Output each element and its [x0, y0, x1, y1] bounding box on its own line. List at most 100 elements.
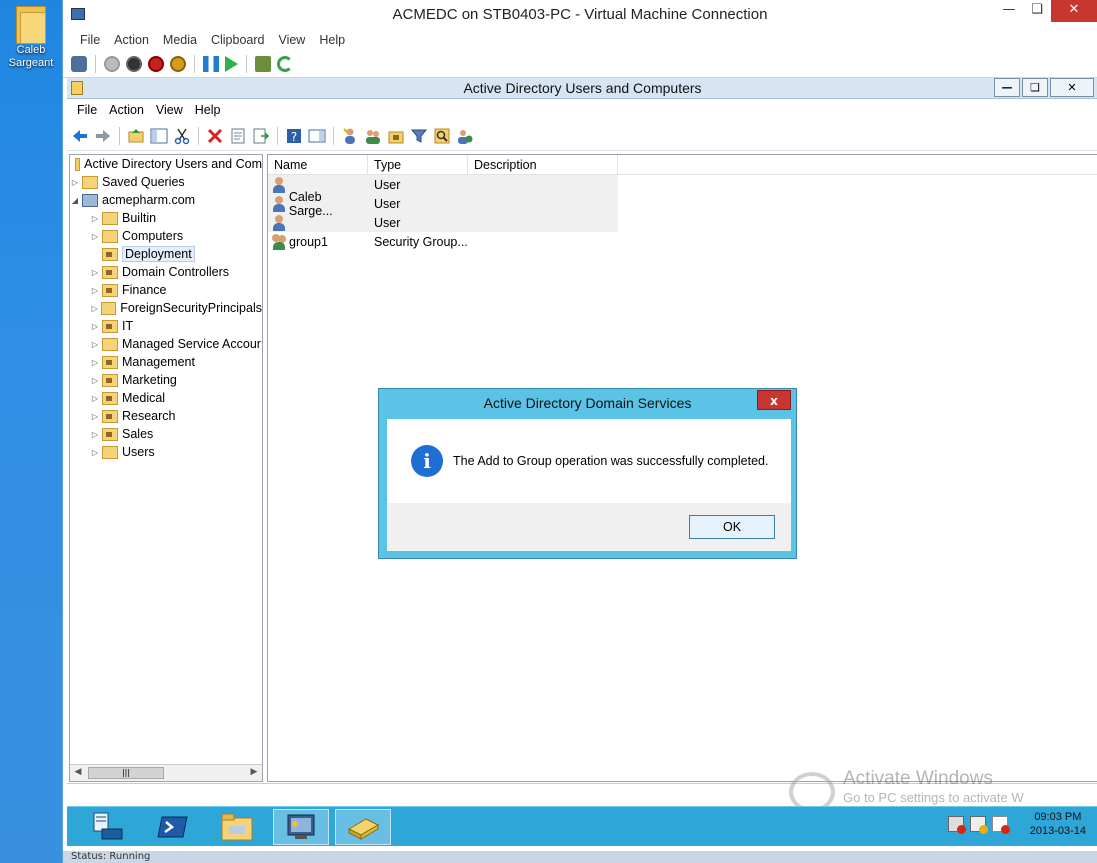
mmc-menu-help[interactable]: Help	[189, 103, 227, 117]
tree-saved-queries[interactable]: ▷ Saved Queries	[70, 173, 262, 191]
collapse-icon[interactable]: ◢	[70, 196, 80, 205]
mmc-minimize-button[interactable]: —	[994, 78, 1020, 97]
cut-icon[interactable]	[173, 127, 191, 145]
help-icon[interactable]: ?	[285, 127, 303, 145]
resume-icon[interactable]	[225, 55, 238, 72]
aduc-taskbar-button[interactable]	[335, 809, 391, 845]
tree-item-label: Medical	[122, 391, 166, 405]
ctrl-alt-del-icon[interactable]	[71, 55, 87, 72]
file-explorer-button[interactable]	[209, 809, 265, 845]
close-button[interactable]: ✕	[1051, 0, 1097, 22]
expand-icon[interactable]: ▷	[90, 448, 100, 457]
restore-button[interactable]: ❏	[1023, 0, 1051, 22]
tree-horizontal-scrollbar[interactable]: ◀ ||| ▶	[70, 764, 262, 781]
expand-icon[interactable]: ▷	[90, 394, 100, 403]
mmc-restore-button[interactable]: ❏	[1022, 78, 1048, 97]
new-group-icon[interactable]	[364, 127, 382, 145]
scroll-right-icon[interactable]: ▶	[246, 765, 262, 781]
expand-icon[interactable]: ▷	[90, 340, 100, 349]
tree-ou-medical[interactable]: ▷ Medical	[90, 389, 262, 407]
scroll-left-icon[interactable]: ◀	[70, 765, 86, 781]
mmc-menu-action[interactable]: Action	[103, 103, 150, 117]
minimize-button[interactable]: —	[995, 0, 1023, 22]
save-state-icon[interactable]	[170, 55, 186, 72]
list-item[interactable]: group1 Security Group...	[268, 232, 1097, 251]
scroll-thumb[interactable]: |||	[88, 767, 164, 779]
forward-arrow-icon[interactable]	[94, 127, 112, 145]
delete-icon[interactable]	[206, 127, 224, 145]
show-action-pane-icon[interactable]	[308, 127, 326, 145]
server-tool-button[interactable]	[273, 809, 329, 845]
start-icon[interactable]	[104, 55, 120, 72]
tree-ou-finance[interactable]: ▷ Finance	[90, 281, 262, 299]
column-header-name[interactable]: Name	[268, 155, 368, 174]
tree-ou-marketing[interactable]: ▷ Marketing	[90, 371, 262, 389]
new-ou-icon[interactable]	[387, 127, 405, 145]
desktop-folder-shortcut[interactable]: Caleb Sargeant	[4, 4, 58, 70]
expand-icon[interactable]: ▷	[90, 322, 100, 331]
properties-icon[interactable]	[229, 127, 247, 145]
tree-item-label-selected: Deployment	[122, 246, 195, 262]
tree-ou-domain-controllers[interactable]: ▷ Domain Controllers	[90, 263, 262, 281]
tree-ou-computers[interactable]: ▷ Computers	[90, 227, 262, 245]
dialog-close-button[interactable]: x	[757, 390, 791, 410]
expand-icon[interactable]: ▷	[90, 412, 100, 421]
checkpoint-icon[interactable]	[255, 55, 271, 72]
expand-icon[interactable]: ▷	[90, 430, 100, 439]
expand-icon[interactable]: ▷	[90, 376, 100, 385]
turn-off-icon[interactable]	[126, 55, 142, 72]
list-item[interactable]: User	[268, 213, 618, 232]
list-item[interactable]: Caleb Sarge... User	[268, 190, 618, 218]
mmc-close-button[interactable]: ✕	[1050, 78, 1094, 97]
expand-icon[interactable]: ▷	[90, 304, 99, 313]
powershell-button[interactable]	[145, 809, 201, 845]
network-icon[interactable]	[969, 816, 988, 834]
expand-icon[interactable]: ▷	[90, 286, 100, 295]
back-arrow-icon[interactable]	[71, 127, 89, 145]
tree-ou-users[interactable]: ▷ Users	[90, 443, 262, 461]
folder-icon	[102, 445, 118, 459]
add-to-group-icon[interactable]	[456, 127, 474, 145]
tree-root[interactable]: Active Directory Users and Com	[70, 155, 262, 173]
column-header-type[interactable]: Type	[368, 155, 468, 174]
vm-menu-help[interactable]: Help	[312, 33, 352, 47]
server-manager-button[interactable]	[81, 809, 137, 845]
find-icon[interactable]	[433, 127, 451, 145]
tree-ou-builtin[interactable]: ▷ Builtin	[90, 209, 262, 227]
pause-icon[interactable]	[203, 55, 219, 72]
export-list-icon[interactable]	[252, 127, 270, 145]
column-header-description[interactable]: Description	[468, 155, 618, 174]
tree-item-label: Managed Service Accour	[122, 337, 261, 351]
system-clock[interactable]: 09:03 PM 2013-03-14	[1030, 810, 1086, 838]
expand-icon[interactable]: ▷	[90, 232, 100, 241]
vm-menu-view[interactable]: View	[271, 33, 312, 47]
vm-menu-clipboard[interactable]: Clipboard	[204, 33, 272, 47]
new-user-icon[interactable]	[341, 127, 359, 145]
mmc-menu-view[interactable]: View	[150, 103, 189, 117]
expand-icon[interactable]: ▷	[90, 268, 100, 277]
tree-ou-deployment[interactable]: Deployment	[90, 245, 262, 263]
filter-icon[interactable]	[410, 127, 428, 145]
volume-icon[interactable]	[991, 816, 1010, 834]
mmc-menu-file[interactable]: File	[71, 103, 103, 117]
tree-ou-management[interactable]: ▷ Management	[90, 353, 262, 371]
action-center-icon[interactable]	[947, 816, 966, 834]
up-folder-icon[interactable]	[127, 127, 145, 145]
shutdown-icon[interactable]	[148, 55, 164, 72]
tree-ou-sales[interactable]: ▷ Sales	[90, 425, 262, 443]
item-type: User	[374, 196, 401, 211]
tree-ou-managed-service-accounts[interactable]: ▷ Managed Service Accour	[90, 335, 262, 353]
tree-ou-research[interactable]: ▷ Research	[90, 407, 262, 425]
show-hide-tree-icon[interactable]	[150, 127, 168, 145]
revert-icon[interactable]	[277, 55, 293, 72]
expand-icon[interactable]: ▷	[90, 214, 100, 223]
tree-ou-it[interactable]: ▷ IT	[90, 317, 262, 335]
tree-domain[interactable]: ◢ acmepharm.com	[70, 191, 262, 209]
vm-menu-media[interactable]: Media	[156, 33, 204, 47]
vm-menu-file[interactable]: File	[73, 33, 107, 47]
expand-icon[interactable]: ▷	[90, 358, 100, 367]
tree-ou-foreign-security-principals[interactable]: ▷ ForeignSecurityPrincipals	[90, 299, 262, 317]
expand-icon[interactable]: ▷	[70, 178, 80, 187]
ok-button[interactable]: OK	[689, 515, 775, 539]
vm-menu-action[interactable]: Action	[107, 33, 156, 47]
